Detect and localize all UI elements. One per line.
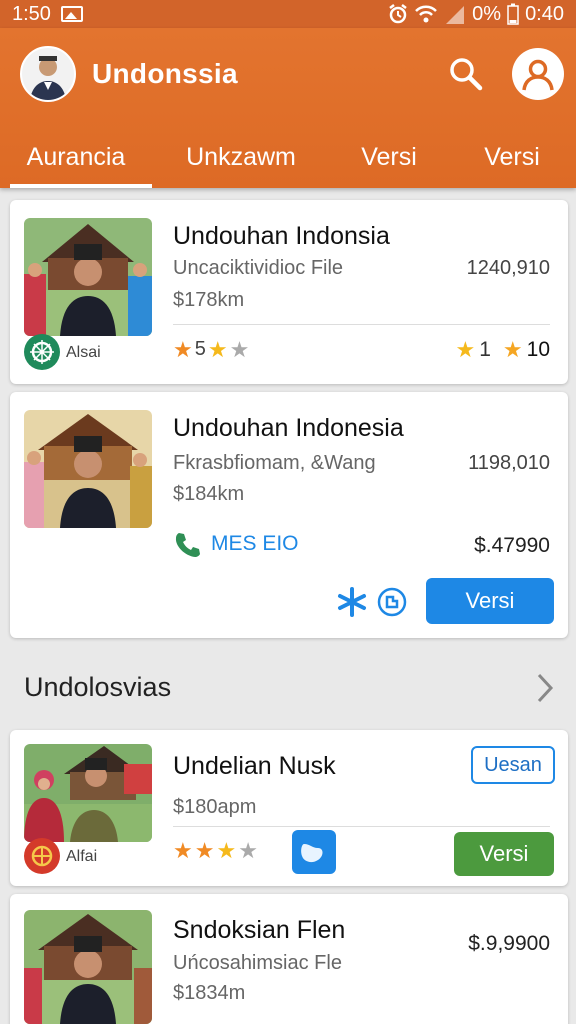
contact-link[interactable]: MES EIO <box>173 530 299 558</box>
versi-button[interactable]: Versi <box>426 578 554 624</box>
star-empty-icon: ★ <box>238 838 258 863</box>
battery-icon <box>507 3 519 25</box>
card-thumbnail <box>24 218 152 336</box>
card-amount: $.47990 <box>474 534 550 557</box>
card-divider <box>173 324 550 325</box>
status-bar: 1:50 0% 0:40 <box>0 0 576 28</box>
tab-unkzawm[interactable]: Unkzawm <box>152 126 330 188</box>
status-time: 1:50 <box>12 2 51 25</box>
tab-versi-2[interactable]: Versi <box>448 126 576 188</box>
share-icon[interactable] <box>376 586 408 623</box>
card-title: Undelian Nusk <box>173 752 336 780</box>
uesan-button[interactable]: Uesan <box>471 746 555 784</box>
app-icon[interactable] <box>292 830 336 874</box>
card-price: $178km <box>173 289 245 311</box>
contact-label: MES EIO <box>211 532 299 555</box>
card-number: 1198,010 <box>468 452 550 474</box>
list-card[interactable]: Sndoksian Flen Uńcosahimsiac Fle $1834m … <box>10 894 568 1024</box>
search-button[interactable] <box>444 52 488 96</box>
card-title: Undouhan Indonesia <box>173 414 404 442</box>
badge-icon <box>24 334 60 370</box>
chevron-right-icon <box>537 673 554 703</box>
list-card[interactable]: Alfai Undelian Nusk $180apm Uesan ★ ★ ★ … <box>10 730 568 886</box>
phone-icon <box>175 533 200 557</box>
card-price: $180apm <box>173 796 257 818</box>
card-title: Sndoksian Flen <box>173 916 346 944</box>
versi-button[interactable]: Versi <box>454 832 554 876</box>
wifi-icon <box>415 5 438 23</box>
battery-percent: 0% <box>472 2 502 25</box>
section-title: Undolosvias <box>24 672 172 702</box>
image-notification-icon <box>60 6 83 22</box>
badge-icon <box>24 838 60 874</box>
rating: ★ 5 ★ ★ <box>173 338 249 361</box>
app-title: Undonssia <box>92 58 238 89</box>
signal-icon <box>446 6 465 24</box>
tab-aurancia[interactable]: Aurancia <box>0 126 152 188</box>
rating-right: ★ 1 ★ 10 <box>455 338 550 362</box>
badge-label: Alsai <box>66 344 101 361</box>
avatar[interactable] <box>20 46 76 102</box>
list-card[interactable]: Undouhan Indonesia Fkrasbfiomam, &Wang $… <box>10 392 568 638</box>
card-thumbnail <box>24 910 152 1024</box>
star-icon: ★ <box>455 337 476 362</box>
search-icon <box>450 58 483 91</box>
tab-versi-1[interactable]: Versi <box>330 126 448 188</box>
list-card[interactable]: Alsai Undouhan Indonsia Uncaciktividioc … <box>10 200 568 384</box>
profile-button[interactable] <box>512 48 564 100</box>
card-price: $1834m <box>173 982 246 1004</box>
star-empty-icon: ★ <box>229 336 250 362</box>
card-thumbnail <box>24 410 152 528</box>
card-subtitle: Fkrasbfiomam, &Wang <box>173 452 376 474</box>
status-clock: 0:40 <box>525 2 564 25</box>
rating-value: 5 <box>194 338 206 360</box>
card-divider <box>173 826 550 827</box>
card-subtitle: Uńcosahimsiac Fle <box>173 952 342 974</box>
tab-bar: Aurancia Unkzawm Versi Versi <box>0 126 576 188</box>
badge-label: Alfai <box>66 848 98 865</box>
snowflake-icon[interactable] <box>336 586 368 623</box>
star-icon: ★ <box>216 838 237 863</box>
star-icon: ★ <box>502 337 523 362</box>
star-icon: ★ <box>173 336 193 362</box>
alarm-icon <box>389 4 407 24</box>
rating-count-a: 1 <box>479 338 491 361</box>
card-thumbnail <box>24 744 152 842</box>
card-amount: $.9,9900 <box>468 932 550 955</box>
card-price: $184km <box>173 483 245 505</box>
star-icon: ★ <box>173 838 193 863</box>
star-icon: ★ <box>207 336 228 362</box>
app-bar: Undonssia Aurancia Unkzawm Versi Versi <box>0 28 576 188</box>
card-subtitle: Uncaciktividioc File <box>173 257 344 279</box>
section-more-button[interactable] <box>530 670 560 706</box>
user-icon <box>522 59 554 91</box>
card-number: 1240,910 <box>466 257 550 279</box>
rating: ★ ★ ★ ★ <box>173 840 258 862</box>
rating-count-b: 10 <box>526 338 550 361</box>
star-icon: ★ <box>194 838 215 863</box>
card-title: Undouhan Indonsia <box>173 222 390 250</box>
